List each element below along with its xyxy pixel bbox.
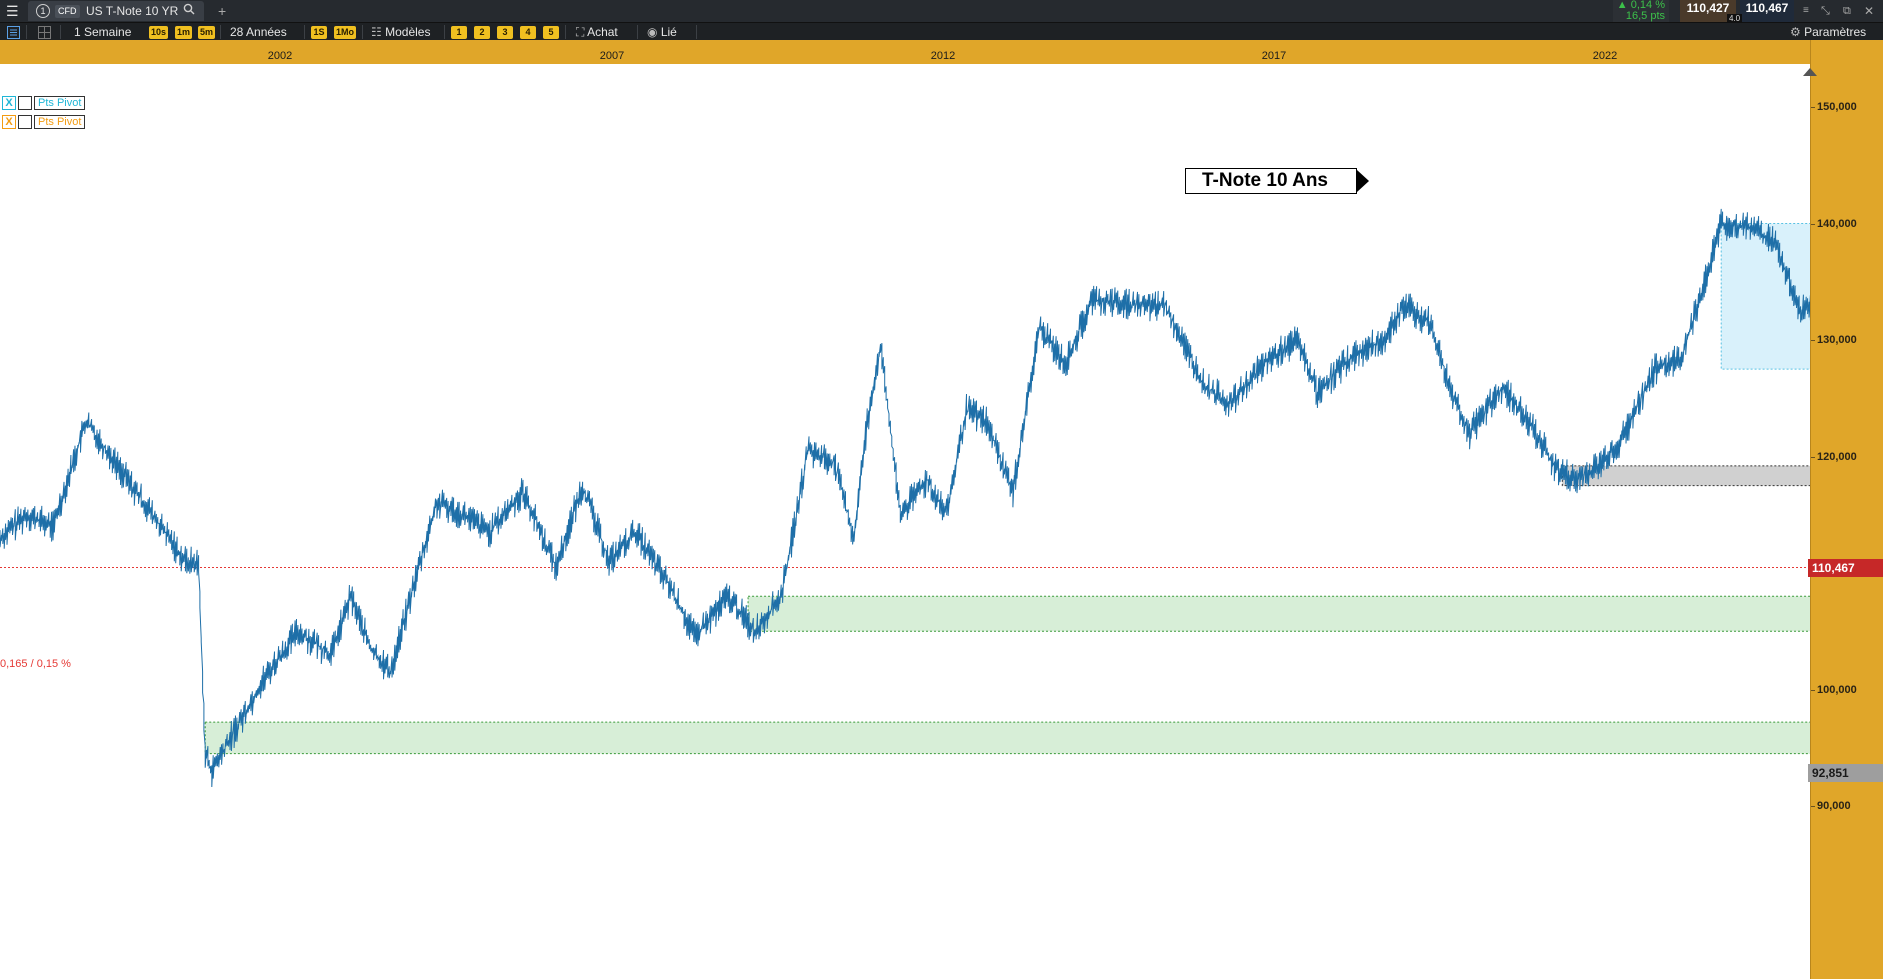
collapse-icon[interactable]: ⤡ <box>1821 0 1830 22</box>
buy-label: Achat <box>587 25 618 39</box>
price-chart[interactable]: 123ABC5 <box>0 64 1883 979</box>
pivot-label[interactable]: Pts Pivot <box>34 96 86 110</box>
x-tick-label: 2022 <box>1592 50 1618 62</box>
range-1mo-button[interactable]: 1Mo <box>334 26 356 39</box>
y-tick-mark <box>1811 223 1815 225</box>
percent-label: 0,165 / 0,15 % <box>0 658 71 670</box>
checkbox-icon[interactable]: X <box>2 96 16 110</box>
y-tick-mark <box>1811 689 1815 691</box>
frame-1m-button[interactable]: 1m <box>175 26 193 39</box>
ask-price-button[interactable]: 110,467 <box>1740 0 1794 22</box>
y-tick-mark <box>1811 806 1815 807</box>
add-tab-icon[interactable]: + <box>218 0 226 22</box>
timeframe-selector[interactable]: 1 Semaine <box>74 23 131 41</box>
arrow-icon <box>1357 170 1369 192</box>
search-icon[interactable] <box>183 0 195 22</box>
y-tick-label: 120,000 <box>1817 450 1857 463</box>
price-axis[interactable]: 150,000 140,000 130,000 120,000 100,000 90,00… <box>1803 40 1883 979</box>
range-1s-button[interactable]: 1S <box>311 26 327 39</box>
y-tick-mark <box>1811 456 1815 458</box>
layout-3-button[interactable]: 3 <box>497 26 513 39</box>
hamburger-icon[interactable]: ☰ <box>6 0 19 22</box>
frame-5m-button[interactable]: 5m <box>198 26 216 39</box>
pivot-style-swatch[interactable] <box>18 115 32 129</box>
range-selector[interactable]: 28 Années <box>230 23 287 41</box>
change-box: ▲ 0,14 % 16,5 pts <box>1613 0 1669 22</box>
linked-toggle[interactable]: ◉ Lié <box>647 23 677 41</box>
x-tick-label: 2002 <box>267 50 293 62</box>
x-tick-label: 2012 <box>930 50 956 62</box>
layout-5-button[interactable]: 5 <box>543 26 559 39</box>
time-axis: 2002 2007 2012 2017 2022 <box>0 49 1810 64</box>
settings-label: Paramètres <box>1804 25 1867 39</box>
popout-icon[interactable]: ⧉ <box>1843 0 1851 22</box>
pivot-style-swatch[interactable] <box>18 96 32 110</box>
stack-icon[interactable]: ≡ <box>1803 0 1809 22</box>
trading-app: ☰ 1 CFD US T-Note 10 YR + ▲ 0,14 % 16,5 … <box>0 0 1883 979</box>
y-tick-mark <box>1811 107 1815 108</box>
instrument-name[interactable]: US T-Note 10 YR <box>86 0 178 22</box>
current-price-tag: 110,467 <box>1808 558 1883 577</box>
grid-layout-icon[interactable] <box>38 23 51 41</box>
buy-icon: ⛶ <box>576 25 585 39</box>
models-menu[interactable]: ☷ Modèles <box>371 23 430 41</box>
change-points: 16,5 pts <box>1625 10 1665 22</box>
checkbox-icon[interactable]: X <box>2 115 16 129</box>
y-tick-label: 130,000 <box>1817 334 1857 346</box>
layout-1-button[interactable]: 1 <box>451 26 467 39</box>
axis-band <box>0 40 1883 49</box>
layout-4-button[interactable]: 4 <box>520 26 536 39</box>
cfd-badge: CFD <box>55 5 80 18</box>
price-series-line <box>0 208 1883 788</box>
x-tick-label: 2007 <box>599 50 625 62</box>
models-label: Modèles <box>385 25 431 39</box>
close-icon[interactable]: ✕ <box>1864 0 1874 22</box>
low-price-tag: 92,851 <box>1808 763 1883 782</box>
y-tick-label: 150,000 <box>1817 101 1857 113</box>
top-bar: ☰ 1 CFD US T-Note 10 YR + ▲ 0,14 % 16,5 … <box>0 0 1883 23</box>
buy-button[interactable]: ⛶ Achat <box>576 23 618 41</box>
pivot-label[interactable]: Pts Pivot <box>34 115 86 129</box>
chart-title-annotation[interactable]: T-Note 10 Ans <box>1185 168 1357 194</box>
scroll-up-icon[interactable] <box>1803 68 1817 76</box>
linked-label: Lié <box>660 25 677 39</box>
eye-icon: ◉ <box>647 25 658 39</box>
zone-green[interactable] <box>204 721 1883 755</box>
frame-10s-button[interactable]: 10s <box>149 26 169 39</box>
chart-canvas: 123ABC5 <box>0 208 1883 788</box>
y-tick-label: 90,000 <box>1817 800 1851 812</box>
list-icon[interactable] <box>7 23 20 41</box>
settings-button[interactable]: ⚙ Paramètres <box>1790 23 1866 41</box>
models-icon: ☷ <box>371 25 382 39</box>
y-tick-mark <box>1811 340 1815 341</box>
layout-2-button[interactable]: 2 <box>474 26 490 39</box>
tab-number: 1 <box>36 4 50 18</box>
y-tick-label: 100,000 <box>1817 683 1857 696</box>
x-tick-label: 2017 <box>1261 50 1287 62</box>
zone-green[interactable] <box>747 595 1883 632</box>
gear-icon: ⚙ <box>1790 25 1801 39</box>
chart-toolbar: 1 Semaine 10s 1m 5m 28 Années 1S 1Mo ☷ M… <box>0 22 1883 40</box>
y-tick-label: 140,000 <box>1817 217 1857 230</box>
